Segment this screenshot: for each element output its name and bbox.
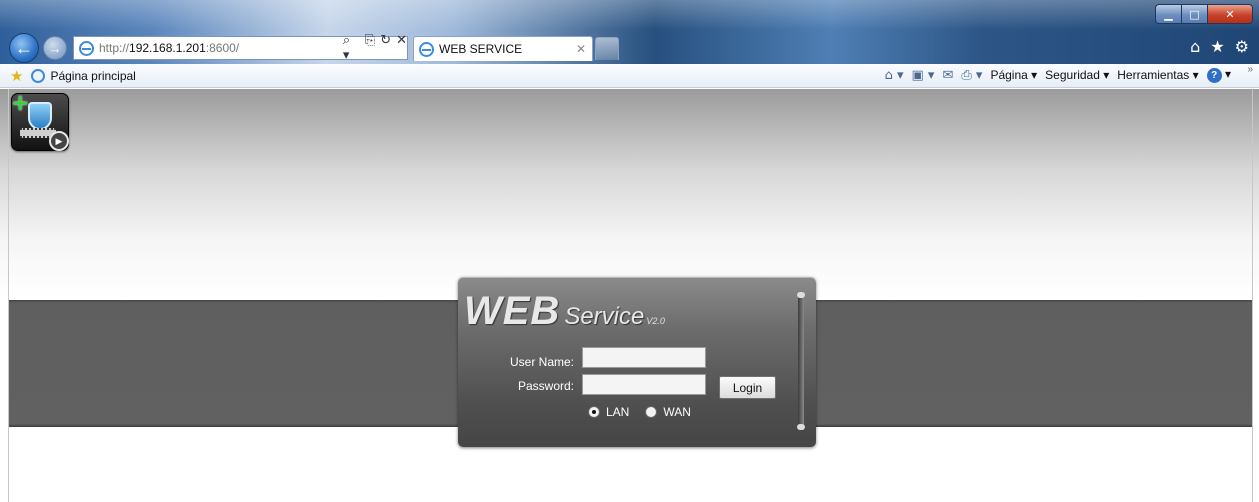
- close-window-button[interactable]: ✕: [1207, 4, 1253, 24]
- tab-web-service[interactable]: WEB SERVICE ✕: [413, 36, 593, 61]
- username-label: User Name:: [509, 355, 574, 369]
- radio-lan[interactable]: LAN: [588, 405, 629, 419]
- address-bar[interactable]: http://192.168.1.201:8600/ ⌕ ▾ ⎘ ↻ ✕: [73, 33, 408, 63]
- forward-button[interactable]: →: [43, 36, 67, 60]
- url-text[interactable]: http://192.168.1.201:8600/: [99, 41, 343, 55]
- favorites-bar: ★ Página principal ⌂ ▾ ▣ ▾ ✉ ⎙ ▾ Página …: [0, 64, 1259, 88]
- radio-lan-label: LAN: [606, 405, 630, 419]
- radio-wan[interactable]: WAN: [645, 405, 691, 419]
- arrow-left-icon: ←: [15, 37, 33, 58]
- settings-gear-icon[interactable]: ⚙: [1235, 37, 1249, 56]
- shield-icon: [28, 102, 52, 130]
- panel-rail: [797, 292, 805, 430]
- menu-herramientas[interactable]: Herramientas ▾: [1117, 68, 1198, 82]
- compatibility-view-icon[interactable]: ⎘: [365, 33, 375, 63]
- feeds-icon[interactable]: ▣ ▾: [912, 68, 935, 83]
- home-icon[interactable]: ⌂: [1190, 37, 1200, 56]
- network-type-group: LAN WAN: [588, 405, 691, 419]
- favorite-link-pagina-principal[interactable]: Página principal: [50, 69, 135, 83]
- arrow-right-icon: →: [48, 40, 62, 56]
- radio-wan-indicator[interactable]: [645, 406, 658, 418]
- logo-web-text: WEB: [464, 289, 561, 333]
- tab-title: WEB SERVICE: [439, 42, 523, 56]
- back-button[interactable]: ←: [9, 33, 39, 63]
- radio-wan-label: WAN: [663, 405, 691, 419]
- favorites-star-icon[interactable]: ★: [1210, 37, 1224, 56]
- play-icon: ▶: [49, 131, 69, 151]
- help-icon: ?: [1206, 68, 1222, 83]
- password-label: Password:: [517, 379, 574, 393]
- stop-icon[interactable]: ✕: [396, 33, 407, 63]
- search-icon[interactable]: ⌕ ▾: [343, 33, 360, 63]
- toolbar-overflow-chevron[interactable]: »: [1247, 64, 1253, 75]
- refresh-icon[interactable]: ↻: [380, 33, 391, 63]
- url-scheme: http://: [99, 41, 130, 55]
- password-input[interactable]: [582, 374, 706, 395]
- menu-pagina[interactable]: Página ▾: [990, 68, 1037, 82]
- help-menu[interactable]: ? ▾: [1206, 67, 1231, 83]
- menu-seguridad[interactable]: Seguridad ▾: [1045, 68, 1109, 82]
- username-input[interactable]: [582, 347, 706, 368]
- favorites-add-icon[interactable]: ★: [10, 67, 23, 85]
- home-menu-icon[interactable]: ⌂ ▾: [885, 68, 904, 83]
- plus-icon: +: [11, 91, 30, 116]
- ie-link-icon: [31, 68, 46, 83]
- login-button[interactable]: Login: [719, 376, 776, 399]
- radio-lan-indicator[interactable]: [588, 406, 600, 418]
- browser-right-icons: ⌂ ★ ⚙: [1190, 37, 1249, 56]
- url-port-path: :8600/: [205, 41, 240, 55]
- command-bar: ⌂ ▾ ▣ ▾ ✉ ⎙ ▾ Página ▾ Seguridad ▾ Herra…: [885, 67, 1231, 83]
- maximize-button[interactable]: □: [1181, 4, 1207, 24]
- ie-page-icon: [79, 40, 94, 56]
- logo-version: V2.0: [646, 316, 665, 326]
- plugin-install-icon[interactable]: ▶ +: [11, 91, 69, 151]
- tab-close-icon[interactable]: ✕: [576, 42, 592, 56]
- logo-service-text: Service: [564, 303, 645, 330]
- url-host: 192.168.1.201: [129, 41, 206, 55]
- minimize-button[interactable]: ▁: [1155, 4, 1181, 24]
- web-service-logo: WEB Service V2.0: [464, 289, 665, 334]
- window-controls: ▁ □ ✕: [1155, 4, 1253, 26]
- print-icon[interactable]: ⎙ ▾: [961, 68, 982, 83]
- mail-icon[interactable]: ✉: [942, 68, 953, 83]
- login-panel: WEB Service V2.0 User Name: Password: Logi…: [458, 277, 816, 447]
- ie-tab-icon: [419, 41, 434, 57]
- address-tools: ⌕ ▾ ⎘ ↻ ✕: [343, 33, 407, 63]
- new-tab-button[interactable]: [595, 37, 619, 60]
